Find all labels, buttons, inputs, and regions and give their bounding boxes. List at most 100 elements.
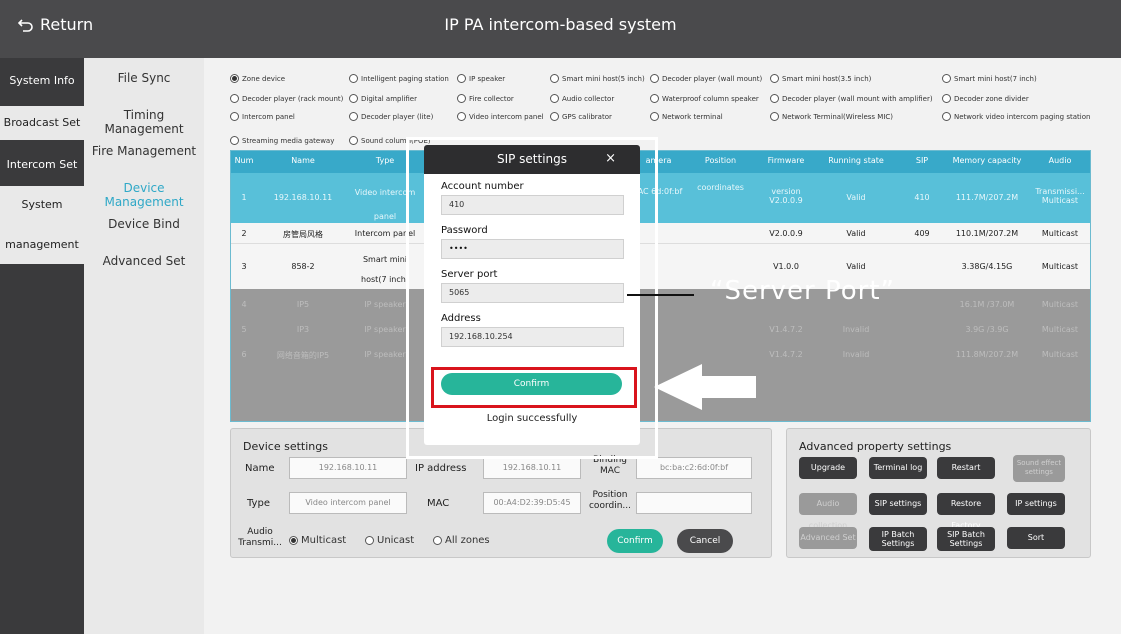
restart-button[interactable]: Restart (937, 457, 995, 479)
nav-intercom-set[interactable]: Intercom Set (0, 150, 84, 180)
subnav-fire-management[interactable]: Fire Management (84, 144, 204, 158)
ip-settings-button[interactable]: IP settings (1007, 493, 1065, 515)
upgrade-button[interactable]: Upgrade (799, 457, 857, 479)
radio-dot-icon (349, 136, 358, 145)
radio-dot-icon (942, 112, 951, 121)
radio-dot-icon (550, 112, 559, 121)
radio-gps-calibrator[interactable]: GPS calibrator (550, 112, 612, 121)
radio-decoder-wall-mount[interactable]: Decoder player (wall mount) (650, 74, 762, 83)
radio-intelligent-paging-station[interactable]: Intelligent paging station (349, 74, 449, 83)
radio-dot-icon (942, 94, 951, 103)
radio-ip-speaker[interactable]: IP speaker (457, 74, 505, 83)
account-number-label: Account number (441, 181, 524, 192)
radio-dot-icon (770, 74, 779, 83)
col-audio: Audio (1048, 156, 1072, 165)
radio-waterproof-column-speaker[interactable]: Waterproof column speaker (650, 94, 759, 103)
mac-label: MAC (427, 498, 450, 509)
col-name: Name (291, 156, 315, 165)
login-status-text: Login successfully (486, 413, 578, 424)
radio-dot-icon (650, 94, 659, 103)
sip-batch-settings-button[interactable]: SIP Batch Settings (937, 527, 995, 551)
radio-decoder-rack-mount[interactable]: Decoder player (rack mount) (230, 94, 343, 103)
subnav-device-bind[interactable]: Device Bind (84, 217, 204, 231)
table-row[interactable]: 1 192.168.10.11 Video intercom panel AC … (231, 173, 1090, 223)
confirm-highlight-box (431, 367, 637, 408)
radio-dot-icon (770, 112, 779, 121)
table-row[interactable]: 5 IP3 IP speaker V1.4.7.2 Invalid 3.9G /… (231, 321, 1090, 341)
terminal-log-button[interactable]: Terminal log (869, 457, 927, 479)
table-row[interactable]: 4 IP5 IP speaker 16.1M /37.0M Multicast (231, 296, 1090, 316)
radio-zone-device[interactable]: Zone device (230, 74, 285, 83)
radio-unicast[interactable]: Unicast (365, 535, 414, 546)
device-confirm-button[interactable]: Confirm (607, 529, 663, 553)
radio-smart-mini-host-3-5[interactable]: Smart mini host(3.5 inch) (770, 74, 871, 83)
table-row[interactable]: 2 房管局风格 Intercom panel V2.0.0.9 Valid 40… (231, 223, 1090, 243)
radio-dot-icon (230, 136, 239, 145)
nav-system-info[interactable]: System Info (0, 66, 84, 96)
col-running-state: Running state (828, 156, 884, 165)
radio-dot-icon (457, 112, 466, 121)
name-label: Name (245, 463, 275, 474)
advanced-set-button[interactable]: Advanced Set (799, 527, 857, 549)
sound-effect-settings-button[interactable]: Sound effect settings (1013, 455, 1065, 482)
radio-decoder-zone-divider[interactable]: Decoder zone divider (942, 94, 1029, 103)
radio-dot-icon (457, 74, 466, 83)
radio-network-terminal-wireless-mic[interactable]: Network Terminal(Wireless MIC) (770, 112, 893, 121)
radio-dot-icon (942, 74, 951, 83)
device-settings-title: Device settings (243, 440, 328, 453)
close-icon[interactable]: × (605, 151, 616, 166)
radio-smart-mini-host-5[interactable]: Smart mini host(5 inch) (550, 74, 645, 83)
radio-fire-collector[interactable]: Fire collector (457, 94, 514, 103)
nav-broadcast-set[interactable]: Broadcast Set (0, 106, 84, 140)
type-label: Type (247, 498, 270, 509)
ip-address-input[interactable]: 192.168.10.11 (483, 457, 581, 479)
col-position: Position (704, 156, 737, 165)
ip-address-label: IP address (415, 463, 467, 474)
radio-decoder-wall-amplifier[interactable]: Decoder player (wall mount with amplifie… (770, 94, 933, 103)
radio-audio-collector[interactable]: Audio collector (550, 94, 614, 103)
address-input[interactable]: 192.168.10.254 (441, 327, 624, 347)
audio-collection-button[interactable]: Audio collection (799, 493, 857, 530)
col-sip: SIP (915, 156, 929, 165)
col-firmware: Firmware (767, 156, 805, 165)
subnav-device-management[interactable]: Device Management (84, 181, 204, 209)
radio-intercom-panel[interactable]: Intercom panel (230, 112, 295, 121)
subnav-advanced-set[interactable]: Advanced Set (84, 254, 204, 268)
position-coordinate-input[interactable] (636, 492, 752, 514)
sip-settings-button[interactable]: SIP settings (869, 493, 927, 515)
radio-smart-mini-host-7[interactable]: Smart mini host(7 inch) (942, 74, 1037, 83)
name-input[interactable]: 192.168.10.11 (289, 457, 407, 479)
radio-dot-icon (650, 74, 659, 83)
password-label: Password (441, 225, 488, 236)
radio-video-intercom-panel[interactable]: Video intercom panel (457, 112, 544, 121)
radio-streaming-media-gateway[interactable]: Streaming media gateway (230, 136, 334, 145)
sort-button[interactable]: Sort (1007, 527, 1065, 549)
binding-mac-input[interactable]: bc:ba:c2:6d:0f:bf (636, 457, 752, 479)
type-input[interactable]: Video intercom panel (289, 492, 407, 514)
radio-dot-icon (230, 112, 239, 121)
account-number-input[interactable]: 410 (441, 195, 624, 215)
radio-decoder-lite[interactable]: Decoder player (lite) (349, 112, 433, 121)
restore-factory-button[interactable]: Restore Factory (937, 493, 995, 530)
mac-input[interactable]: 00:A4:D2:39:D5:45 (483, 492, 581, 514)
radio-dot-icon (349, 112, 358, 121)
radio-all-zones[interactable]: All zones (433, 535, 490, 546)
device-cancel-button[interactable]: Cancel (677, 529, 733, 553)
address-label: Address (441, 313, 481, 324)
radio-multicast[interactable]: Multicast (289, 535, 346, 546)
table-row[interactable]: 3 858-2 Smart mini host(7 inch) V1.0.0 V… (231, 243, 1090, 289)
subnav-file-sync[interactable]: File Sync (84, 71, 204, 85)
position-coordinate-label: Position coordin... (588, 490, 631, 511)
advanced-settings-title: Advanced property settings (799, 440, 952, 453)
device-type-filter: Zone device Intelligent paging station I… (228, 70, 1108, 150)
password-input[interactable]: •••• (441, 239, 624, 259)
radio-network-terminal[interactable]: Network terminal (650, 112, 723, 121)
ip-batch-settings-button[interactable]: IP Batch Settings (869, 527, 927, 551)
audio-transmission-label: Audio Transmi... (238, 527, 282, 548)
subnav-timing-management[interactable]: Timing Management (84, 108, 204, 136)
radio-network-video-intercom-paging[interactable]: Network video intercom paging station (942, 112, 1090, 121)
nav-system-management[interactable]: System management (0, 186, 84, 264)
server-port-input[interactable]: 5065 (441, 283, 624, 303)
radio-dot-icon (433, 536, 442, 545)
radio-digital-amplifier[interactable]: Digital amplifier (349, 94, 417, 103)
